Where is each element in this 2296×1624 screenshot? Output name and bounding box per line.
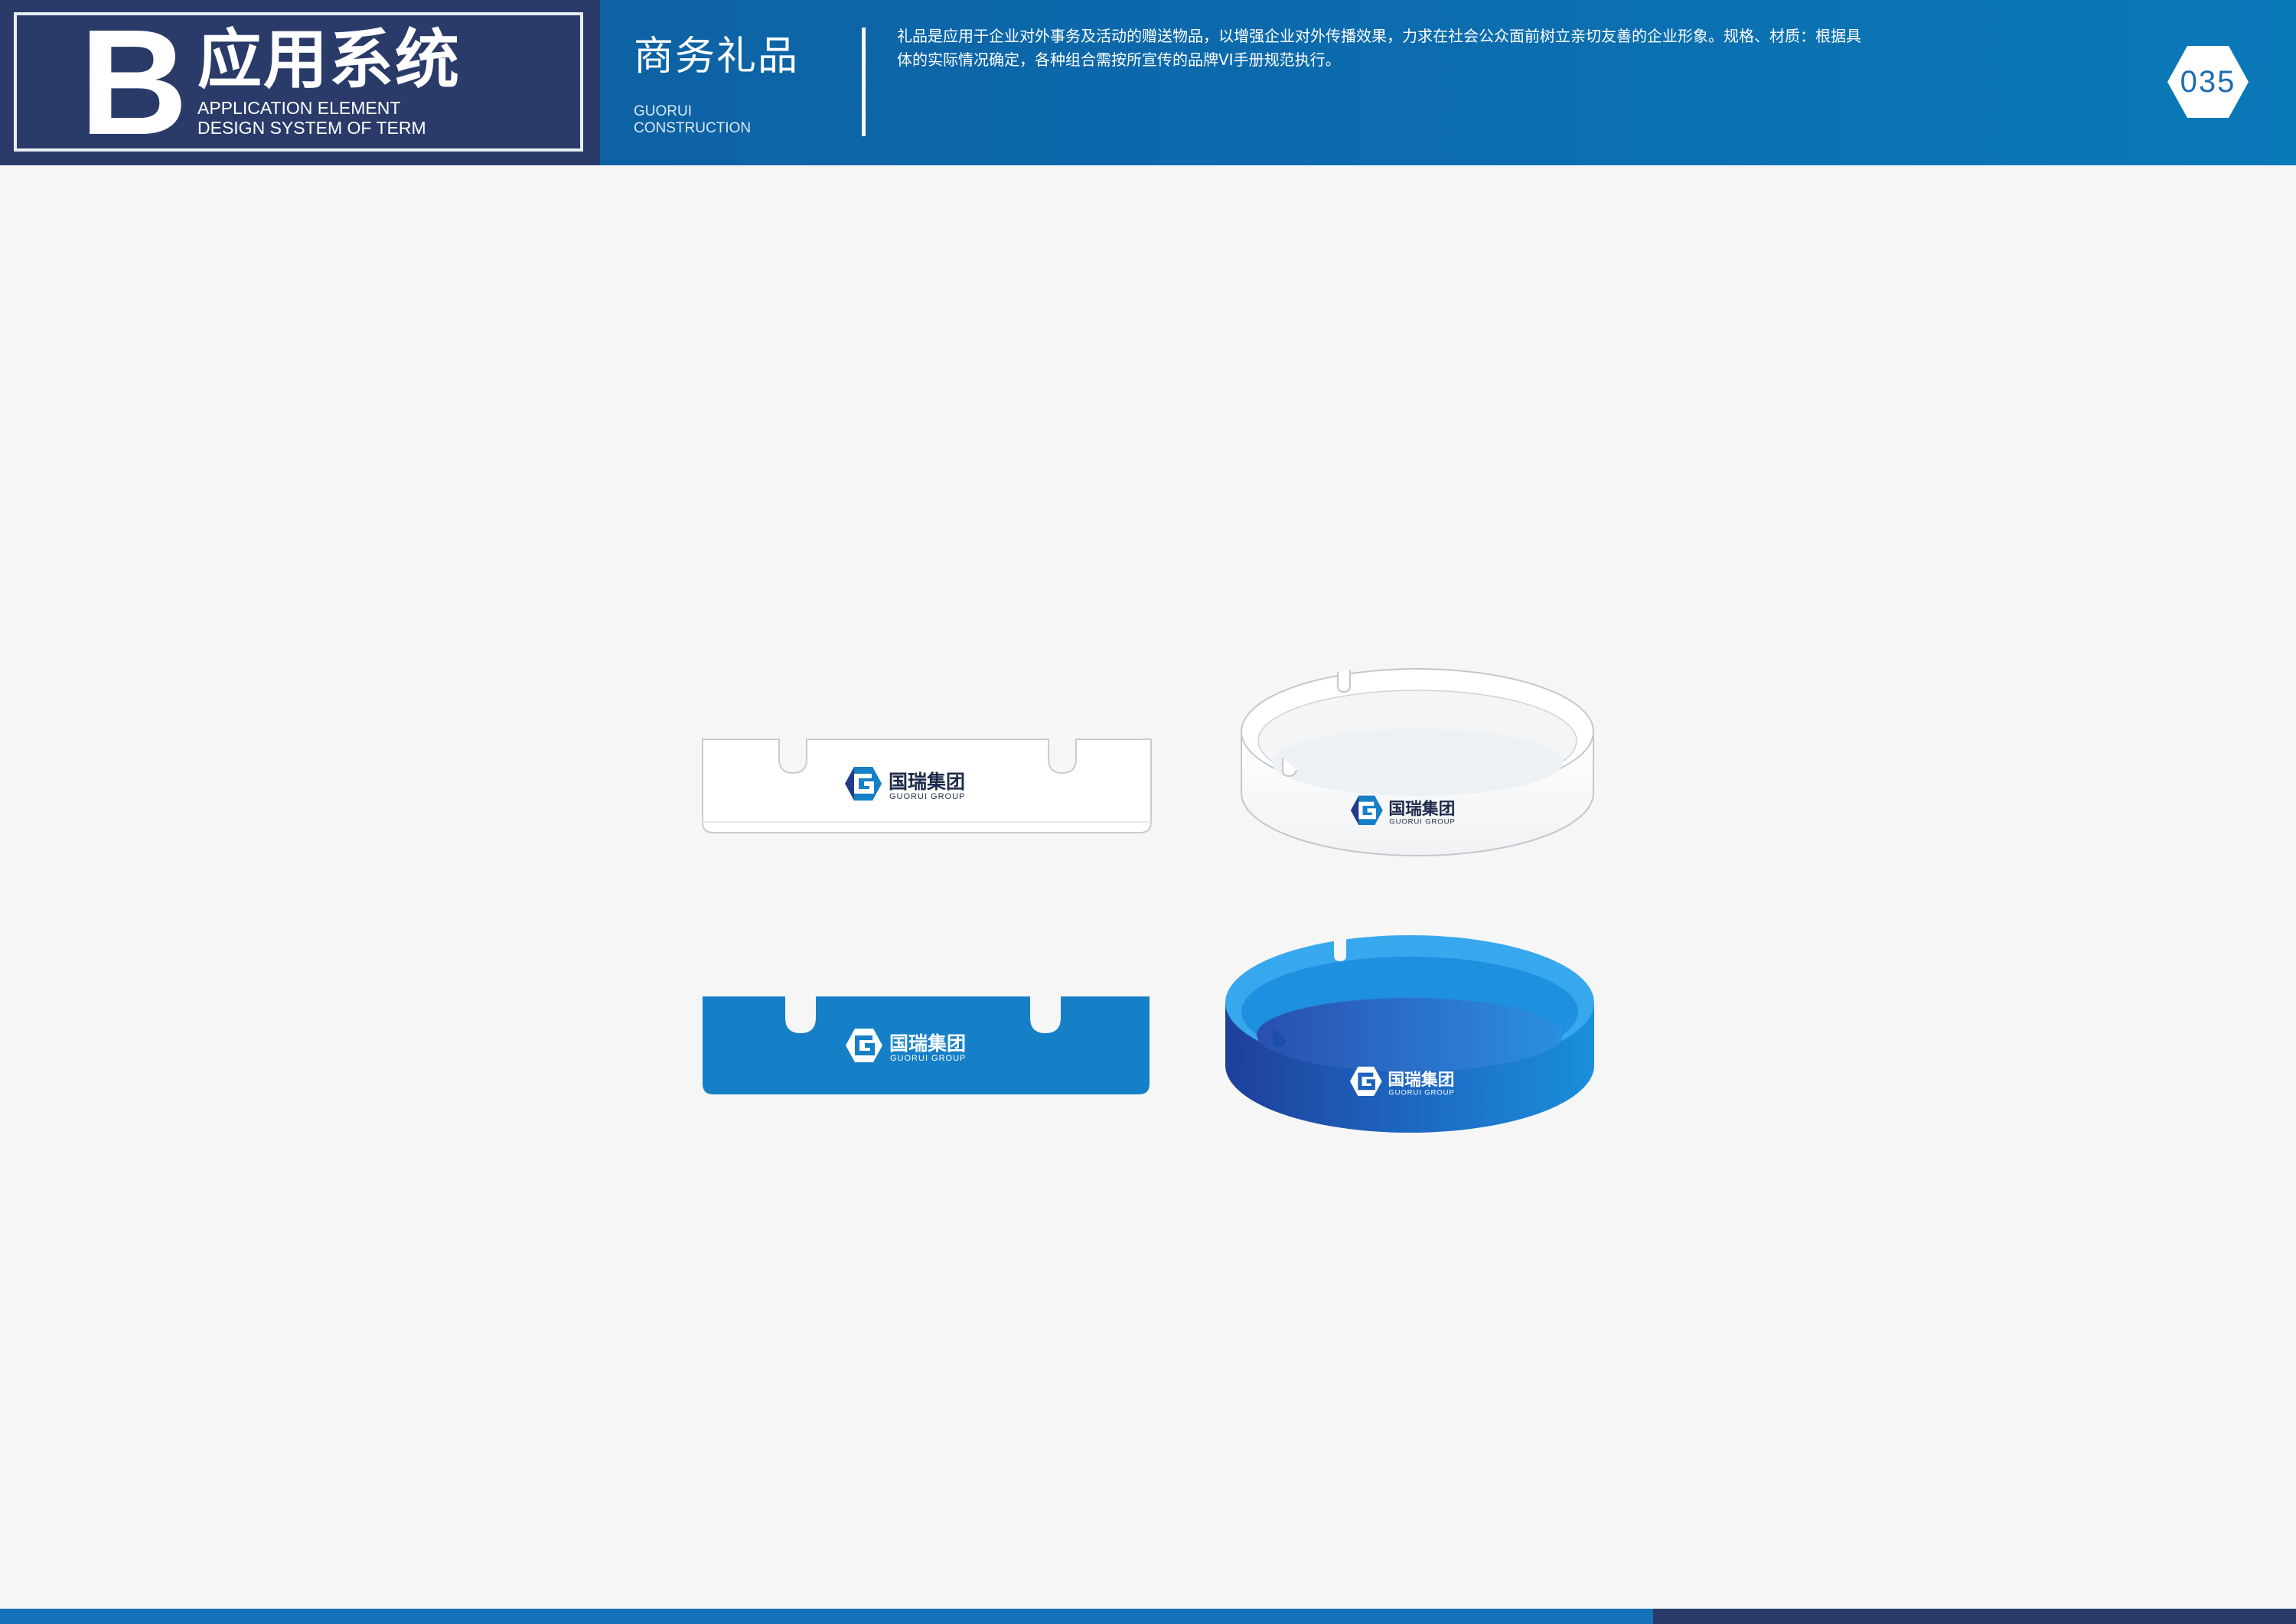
hexagon-g-logo-icon xyxy=(845,767,882,801)
section-letter: B xyxy=(80,0,188,166)
brand-name-en: GUORUI GROUP xyxy=(1388,1088,1454,1097)
white-ashtray-side-view: 国瑞集团 GUORUI GROUP xyxy=(698,736,1156,837)
hexagon-g-logo-icon xyxy=(846,1029,882,1062)
white-ashtray-perspective-view: 国瑞集团 GUORUI GROUP xyxy=(1238,663,1596,860)
footer-bar-blue xyxy=(0,1609,1653,1624)
section-subtitle-line2: DESIGN SYSTEM OF TERM xyxy=(197,118,426,138)
footer-bar-navy xyxy=(1653,1609,2296,1624)
brand-logo-mark: 国瑞集团 GUORUI GROUP xyxy=(1350,795,1455,826)
brand-logo-mark: 国瑞集团 GUORUI GROUP xyxy=(846,1029,966,1063)
category-title: 商务礼品 xyxy=(634,34,800,80)
brand-name-en: GUORUI GROUP xyxy=(1389,817,1455,826)
section-block: B 应用系统 APPLICATION ELEMENT DESIGN SYSTEM… xyxy=(0,0,600,165)
section-title: 应用系统 xyxy=(197,22,461,97)
brand-logo-mark: 国瑞集团 GUORUI GROUP xyxy=(845,767,965,801)
brand-name-cn: 国瑞集团 xyxy=(889,771,965,793)
header-divider xyxy=(862,28,866,136)
hexagon-g-logo-icon xyxy=(1349,1066,1382,1097)
blue-ashtray-perspective-view: 国瑞集团 GUORUI GROUP xyxy=(1222,928,1597,1136)
category-subtitle-line1: GUORUI xyxy=(634,103,692,119)
hexagon-g-logo-icon xyxy=(1350,795,1383,826)
section-subtitle-line1: APPLICATION ELEMENT xyxy=(197,98,401,118)
brand-name-cn: 国瑞集团 xyxy=(1388,1070,1454,1090)
category-subtitle-line2: CONSTRUCTION xyxy=(634,120,752,136)
brand-logo-mark: 国瑞集团 GUORUI GROUP xyxy=(1349,1066,1454,1097)
brand-name-cn: 国瑞集团 xyxy=(889,1032,966,1055)
header-bar: B 应用系统 APPLICATION ELEMENT DESIGN SYSTEM… xyxy=(0,0,2296,165)
description-text: 礼品是应用于企业对外事务及活动的赠送物品，以增强企业对外传播效果，力求在社会公众… xyxy=(897,27,1861,69)
brand-name-cn: 国瑞集团 xyxy=(1388,799,1455,819)
page-number: 035 xyxy=(2180,65,2236,99)
brand-name-en: GUORUI GROUP xyxy=(890,1054,966,1063)
blue-ashtray-side-view: 国瑞集团 GUORUI GROUP xyxy=(700,993,1153,1097)
brand-name-en: GUORUI GROUP xyxy=(889,792,965,801)
